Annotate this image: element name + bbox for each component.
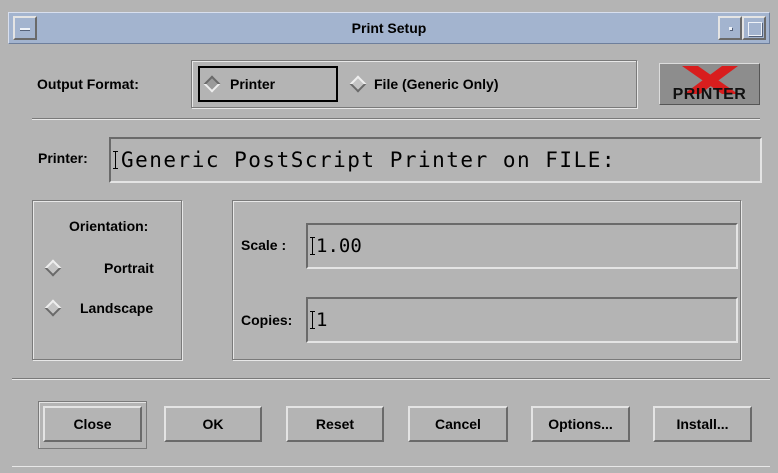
printer-label: Printer:	[38, 150, 88, 166]
scale-value: 1.00	[316, 235, 362, 257]
title-bar[interactable]: Print Setup	[8, 12, 770, 44]
landscape-label: Landscape	[80, 300, 154, 316]
x-printer-logo: PRINTER	[659, 63, 760, 105]
minimize-icon[interactable]	[718, 16, 742, 40]
output-printer-option[interactable]: Printer	[198, 66, 338, 102]
portrait-radio-icon[interactable]	[44, 259, 62, 277]
close-button[interactable]: Close	[43, 406, 142, 442]
separator	[32, 118, 760, 120]
window-menu-icon[interactable]	[13, 16, 37, 40]
separator	[12, 466, 770, 468]
landscape-option[interactable]: Landscape	[37, 293, 177, 323]
copies-label: Copies:	[241, 312, 293, 328]
ok-button[interactable]: OK	[164, 406, 262, 442]
copies-field[interactable]: 1	[306, 297, 738, 343]
separator	[12, 378, 770, 380]
landscape-radio-icon[interactable]	[44, 299, 62, 317]
portrait-label: Portrait	[104, 260, 154, 276]
output-file-option[interactable]: File (Generic Only)	[346, 66, 546, 102]
text-caret-icon	[310, 237, 315, 255]
cancel-button[interactable]: Cancel	[408, 406, 508, 442]
output-format-label: Output Format:	[37, 76, 139, 92]
install-button[interactable]: Install...	[653, 406, 752, 442]
copies-value: 1	[316, 309, 328, 331]
orientation-group: Orientation: Portrait Landscape	[32, 200, 182, 360]
options-button[interactable]: Options...	[531, 406, 630, 442]
window-title: Print Setup	[351, 20, 427, 36]
printer-name-field[interactable]: Generic PostScript Printer on FILE:	[109, 137, 762, 183]
scale-copies-group: Scale : 1.00 Copies: 1	[232, 200, 741, 360]
file-radio-icon[interactable]	[349, 75, 367, 93]
text-caret-icon	[310, 311, 315, 329]
logo-text: PRINTER	[672, 86, 747, 103]
printer-radio-icon[interactable]	[203, 75, 221, 93]
reset-button[interactable]: Reset	[286, 406, 384, 442]
text-caret-icon	[113, 151, 118, 169]
scale-field[interactable]: 1.00	[306, 223, 738, 269]
orientation-label: Orientation:	[69, 218, 149, 234]
portrait-option[interactable]: Portrait	[37, 253, 177, 283]
maximize-icon[interactable]	[742, 16, 766, 40]
scale-label: Scale :	[241, 237, 287, 253]
printer-option-label: Printer	[230, 76, 276, 92]
printer-name-value: Generic PostScript Printer on FILE:	[121, 148, 617, 172]
file-option-label: File (Generic Only)	[374, 76, 499, 92]
